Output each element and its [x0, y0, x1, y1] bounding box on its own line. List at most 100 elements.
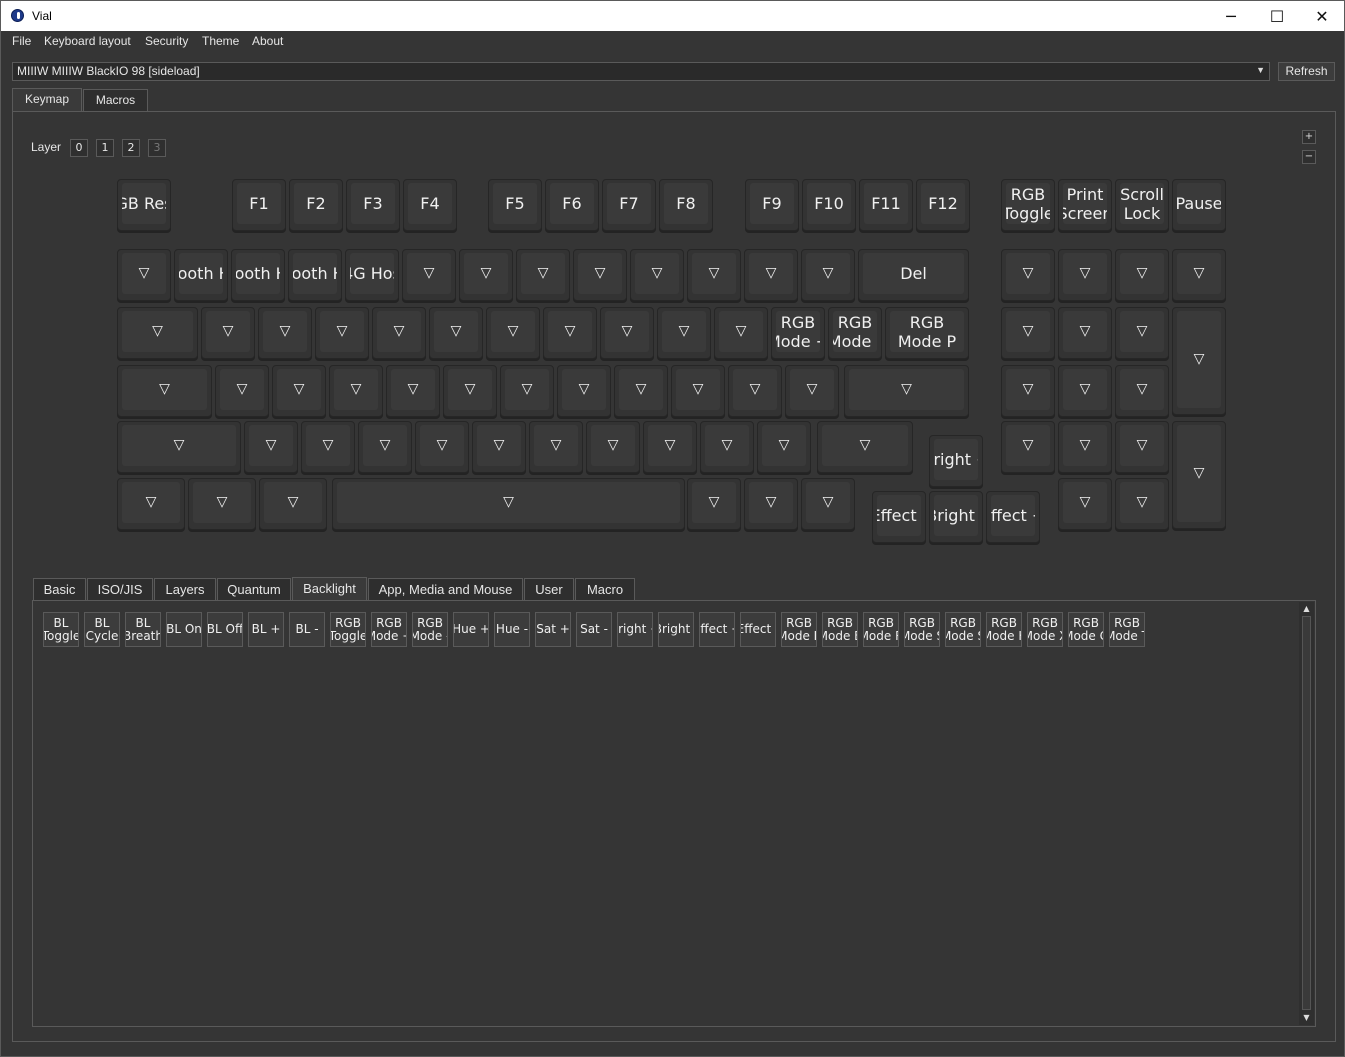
key-r3-0[interactable]: ▽: [117, 307, 198, 359]
layer-button-2[interactable]: 2: [122, 139, 140, 157]
key-r6-10[interactable]: ▽: [1058, 478, 1112, 530]
keycode-button[interactable]: RGB Mode B: [822, 612, 858, 647]
close-button[interactable]: ✕: [1299, 1, 1345, 31]
keycode-button[interactable]: Hue +: [453, 612, 489, 647]
key-r4-1[interactable]: ▽: [215, 365, 269, 417]
key-k6[interactable]: F6: [545, 179, 599, 231]
menu-keyboard-layout[interactable]: Keyboard layout: [44, 34, 131, 48]
key-r4-13[interactable]: ▽: [1001, 365, 1055, 417]
subtab-macro[interactable]: Macro: [575, 578, 635, 600]
key-r6-11[interactable]: ▽: [1115, 478, 1169, 530]
key-r5-7[interactable]: ▽: [586, 421, 640, 473]
key-k11[interactable]: F11: [859, 179, 913, 231]
key-r2-13[interactable]: Del: [858, 249, 969, 301]
keycode-button[interactable]: RGB Toggle: [330, 612, 366, 647]
key-r3-16[interactable]: ▽: [1115, 307, 1169, 359]
keycode-button[interactable]: RGB Mode K: [986, 612, 1022, 647]
key-r5-15[interactable]: ▽: [1115, 421, 1169, 473]
keycode-button[interactable]: RGB Mode P: [781, 612, 817, 647]
key-r5-4[interactable]: ▽: [415, 421, 469, 473]
tab-macros[interactable]: Macros: [83, 89, 148, 112]
refresh-button[interactable]: Refresh: [1278, 62, 1335, 81]
keycode-button[interactable]: Sat -: [576, 612, 612, 647]
key-r2-4[interactable]: 4G Hos: [345, 249, 399, 301]
key-r5-16[interactable]: ▽: [1172, 421, 1226, 529]
key-r5-13[interactable]: ▽: [1001, 421, 1055, 473]
key-k2[interactable]: F2: [289, 179, 343, 231]
key-r4-2[interactable]: ▽: [272, 365, 326, 417]
keycode-button[interactable]: BL Cycle: [84, 612, 120, 647]
keycode-button[interactable]: BL +: [248, 612, 284, 647]
key-k3[interactable]: F3: [346, 179, 400, 231]
key-r3-2[interactable]: ▽: [258, 307, 312, 359]
keycode-button[interactable]: Bright +: [617, 612, 653, 647]
key-k4[interactable]: F4: [403, 179, 457, 231]
key-r4-6[interactable]: ▽: [500, 365, 554, 417]
device-dropdown[interactable]: MIIIW MIIIW BlackIO 98 [sideload] ▼: [12, 62, 1270, 81]
key-r4-10[interactable]: ▽: [728, 365, 782, 417]
keycode-button[interactable]: Bright -: [658, 612, 694, 647]
scroll-up-arrow-icon[interactable]: ▲: [1301, 604, 1312, 614]
keycode-button[interactable]: RGB Mode S: [945, 612, 981, 647]
key-k10[interactable]: F10: [802, 179, 856, 231]
maximize-button[interactable]: ☐: [1254, 1, 1300, 31]
keycode-button[interactable]: RGB Mode X: [1027, 612, 1063, 647]
key-k14[interactable]: Print Screen: [1058, 179, 1112, 231]
key-r2-2[interactable]: tooth H: [231, 249, 285, 301]
menu-file[interactable]: File: [12, 34, 31, 48]
key-r5-5[interactable]: ▽: [472, 421, 526, 473]
keycode-button[interactable]: RGB Mode +: [371, 612, 407, 647]
key-r3-17[interactable]: ▽: [1172, 307, 1226, 415]
key-r2-16[interactable]: ▽: [1115, 249, 1169, 301]
keycode-button[interactable]: RGB Mode S: [904, 612, 940, 647]
key-r4-0[interactable]: ▽: [117, 365, 212, 417]
key-r2-10[interactable]: ▽: [687, 249, 741, 301]
key-r4-12[interactable]: ▽: [844, 365, 969, 417]
key-k9[interactable]: F9: [745, 179, 799, 231]
key-r5-11[interactable]: ▽: [817, 421, 913, 473]
key-r6-4[interactable]: ▽: [687, 478, 741, 530]
key-r4-3[interactable]: ▽: [329, 365, 383, 417]
keycode-button[interactable]: RGB Mode T: [1109, 612, 1145, 647]
scroll-down-arrow-icon[interactable]: ▼: [1301, 1013, 1312, 1023]
menu-about[interactable]: About: [252, 34, 283, 48]
key-k0[interactable]: GB Res: [117, 179, 171, 231]
key-r6-9[interactable]: Effect +: [986, 491, 1040, 543]
key-r3-12[interactable]: RGB Mode -: [828, 307, 882, 359]
subtab-quantum[interactable]: Quantum: [217, 578, 291, 600]
key-r4-15[interactable]: ▽: [1115, 365, 1169, 417]
key-r2-14[interactable]: ▽: [1001, 249, 1055, 301]
key-r5-12[interactable]: Bright +: [929, 435, 983, 487]
layer-button-1[interactable]: 1: [96, 139, 114, 157]
zoom-in-button[interactable]: +: [1302, 130, 1316, 144]
key-r3-13[interactable]: RGB Mode P: [885, 307, 969, 359]
scrollbar-thumb[interactable]: [1302, 616, 1311, 1010]
key-r4-14[interactable]: ▽: [1058, 365, 1112, 417]
subtab-layers[interactable]: Layers: [154, 578, 216, 600]
key-r5-0[interactable]: ▽: [117, 421, 241, 473]
key-r4-7[interactable]: ▽: [557, 365, 611, 417]
key-r2-8[interactable]: ▽: [573, 249, 627, 301]
keycode-button[interactable]: Effect -: [740, 612, 776, 647]
key-r5-8[interactable]: ▽: [643, 421, 697, 473]
key-r2-7[interactable]: ▽: [516, 249, 570, 301]
key-r6-7[interactable]: Effect -: [872, 491, 926, 543]
keycode-scrollbar[interactable]: ▲ ▼: [1299, 602, 1314, 1025]
key-r4-8[interactable]: ▽: [614, 365, 668, 417]
minimize-button[interactable]: ─: [1208, 1, 1254, 31]
key-r3-11[interactable]: RGB Mode +: [771, 307, 825, 359]
key-r3-8[interactable]: ▽: [600, 307, 654, 359]
key-r3-6[interactable]: ▽: [486, 307, 540, 359]
subtab-app-media-mouse[interactable]: App, Media and Mouse: [368, 578, 523, 600]
key-r2-11[interactable]: ▽: [744, 249, 798, 301]
key-r6-3[interactable]: ▽: [332, 478, 685, 530]
key-r2-0[interactable]: ▽: [117, 249, 171, 301]
tab-keymap[interactable]: Keymap: [12, 88, 82, 112]
keycode-button[interactable]: Effect +: [699, 612, 735, 647]
key-r4-5[interactable]: ▽: [443, 365, 497, 417]
key-r2-3[interactable]: tooth H: [288, 249, 342, 301]
layer-button-0[interactable]: 0: [70, 139, 88, 157]
keycode-button[interactable]: BL -: [289, 612, 325, 647]
key-r5-3[interactable]: ▽: [358, 421, 412, 473]
key-r6-6[interactable]: ▽: [801, 478, 855, 530]
